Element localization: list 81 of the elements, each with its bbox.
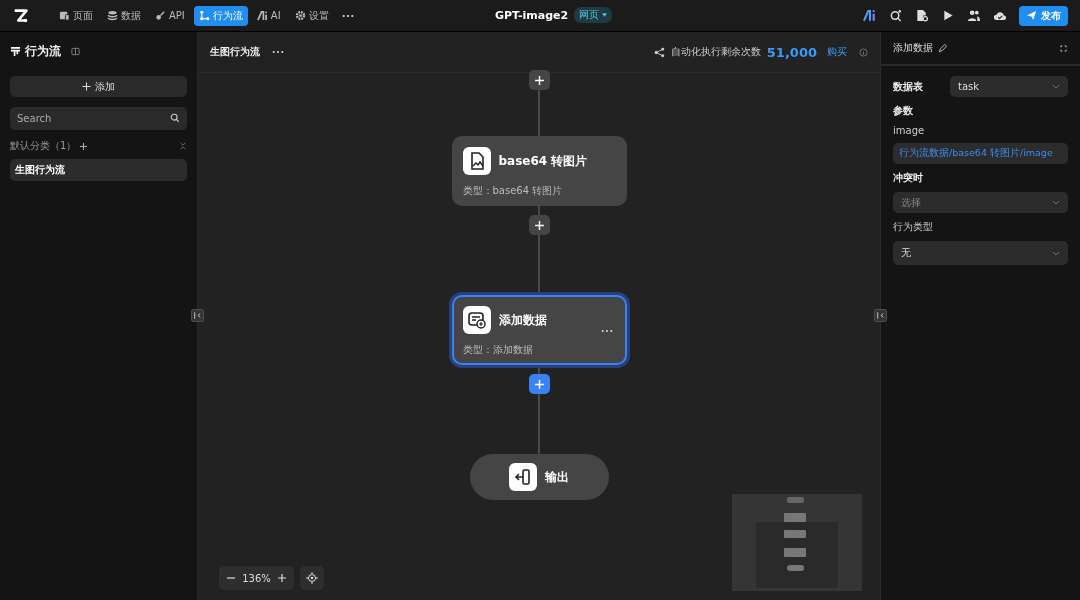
send-icon	[1026, 10, 1037, 21]
nav-tab[interactable]: 设置	[289, 5, 334, 26]
locate-button[interactable]	[300, 566, 324, 590]
collapse-handle-icon[interactable]	[191, 309, 204, 322]
nav-tab[interactable]: 数据	[102, 5, 146, 26]
node-title: 输出	[545, 468, 569, 486]
cloud-check-icon[interactable]	[993, 9, 1007, 22]
chevron-down-icon	[1052, 84, 1060, 89]
flow-node[interactable]: base64 转图片 类型：base64 转图片	[451, 136, 627, 206]
section-title: 参数	[893, 104, 914, 118]
caret-icon	[602, 13, 608, 17]
plus-icon	[277, 573, 287, 583]
output-node[interactable]: 输出	[469, 454, 609, 500]
book-icon[interactable]	[71, 46, 80, 56]
action-type-select[interactable]: 无	[893, 241, 1068, 265]
field-label: image	[893, 125, 926, 136]
flow-title: 生图行为流	[210, 45, 260, 59]
expand-icon[interactable]	[1059, 43, 1068, 53]
flow-icon	[198, 10, 210, 21]
plus-icon	[533, 74, 545, 86]
image-file-icon	[462, 147, 491, 175]
node-title: 添加数据	[498, 311, 547, 329]
app-title: GPT-image2	[495, 8, 569, 22]
panel-title: 添加数据	[893, 41, 933, 55]
page-type-dropdown[interactable]: 网页	[574, 7, 613, 23]
plus-icon	[533, 219, 545, 231]
add-step-button[interactable]	[528, 70, 550, 90]
add-icon[interactable]	[79, 141, 89, 151]
nav-tab[interactable]: 页面	[54, 5, 98, 26]
field-label: 行为类型	[893, 220, 934, 234]
sidebar-item[interactable]: 生图行为流	[10, 159, 187, 181]
add-button[interactable]: 添加	[10, 76, 187, 97]
add-step-button[interactable]	[528, 374, 550, 394]
share-nodes-icon	[653, 46, 665, 58]
edit-icon[interactable]	[938, 43, 947, 53]
add-step-button[interactable]	[528, 215, 550, 235]
more-icon[interactable]	[341, 13, 354, 18]
table-add-icon	[462, 306, 491, 334]
play-icon[interactable]	[941, 9, 955, 22]
ai-icon[interactable]	[863, 9, 877, 22]
collapse-icon[interactable]	[179, 142, 187, 150]
flow-node[interactable]: 添加数据 类型：添加数据	[451, 295, 627, 365]
conflict-select[interactable]: 选择	[893, 192, 1068, 213]
zoom-level: 136%	[242, 572, 271, 584]
ai-icon	[256, 10, 268, 21]
database-icon	[107, 10, 118, 21]
collapse-handle-icon[interactable]	[874, 309, 887, 322]
minimap-drawing[interactable]	[732, 494, 862, 591]
exit-door-icon	[509, 463, 537, 491]
table-select[interactable]: task	[950, 76, 1068, 97]
page-icon	[59, 10, 70, 21]
search-sparkle-icon[interactable]	[889, 9, 903, 22]
info-icon[interactable]	[859, 47, 868, 57]
sidebar-title: 行为流	[25, 42, 61, 60]
nav-tab[interactable]: API	[150, 7, 190, 24]
group-label[interactable]: 默认分类（1）	[10, 139, 77, 153]
quota-label: 自动化执行剩余次数	[670, 45, 761, 59]
node-title: base64 转图片	[498, 152, 588, 170]
chevron-down-icon	[1052, 200, 1060, 205]
field-label: 数据表	[893, 79, 923, 94]
more-icon[interactable]	[272, 50, 284, 54]
crosshair-icon	[306, 572, 318, 584]
logo-icon[interactable]	[12, 6, 30, 25]
node-subtitle: 类型：base64 转图片	[462, 184, 564, 198]
plug-icon	[155, 10, 166, 21]
quota-value: 51,000	[766, 44, 817, 60]
flow-list-icon	[10, 45, 21, 57]
gear-icon	[294, 10, 306, 21]
field-label: 冲突时	[893, 171, 924, 185]
nav-tab[interactable]: AI	[251, 7, 286, 24]
plus-icon	[82, 82, 91, 91]
parameter-field[interactable]: 行为流数据/base64 转图片/image	[893, 143, 1068, 164]
file-gear-icon[interactable]	[915, 9, 929, 22]
plus-icon	[533, 378, 545, 390]
chevron-down-icon	[1052, 250, 1060, 256]
more-icon[interactable]	[600, 329, 613, 333]
search-field[interactable]: Search	[10, 107, 187, 130]
search-icon[interactable]	[170, 113, 180, 123]
users-icon[interactable]	[967, 9, 981, 22]
node-subtitle: 类型：添加数据	[462, 343, 534, 357]
buy-link[interactable]: 购买	[827, 45, 847, 59]
